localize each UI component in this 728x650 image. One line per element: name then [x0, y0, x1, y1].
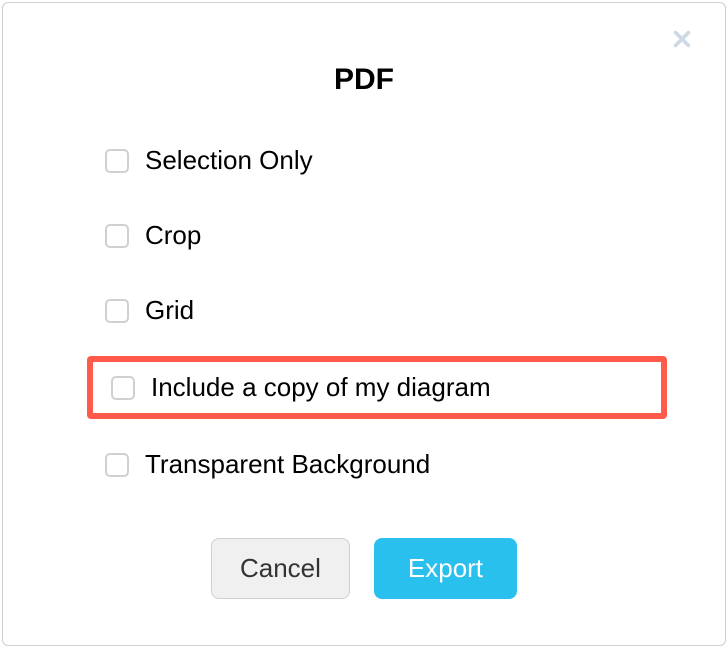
option-transparent-bg[interactable]: Transparent Background	[99, 441, 665, 488]
option-label: Transparent Background	[145, 449, 430, 480]
option-label: Crop	[145, 220, 201, 251]
button-row: Cancel Export	[63, 538, 665, 599]
close-button[interactable]	[667, 25, 697, 55]
option-crop[interactable]: Crop	[99, 212, 665, 259]
checkbox-include-copy[interactable]	[111, 376, 135, 400]
checkbox-grid[interactable]	[105, 299, 129, 323]
checkbox-transparent-bg[interactable]	[105, 453, 129, 477]
option-label: Selection Only	[145, 145, 313, 176]
pdf-export-dialog: PDF Selection Only Crop Grid Include a c…	[2, 2, 726, 646]
checkbox-selection-only[interactable]	[105, 149, 129, 173]
export-button[interactable]: Export	[374, 538, 517, 599]
option-selection-only[interactable]: Selection Only	[99, 137, 665, 184]
option-label: Include a copy of my diagram	[151, 372, 491, 403]
options-list: Selection Only Crop Grid Include a copy …	[63, 137, 665, 488]
close-icon	[671, 28, 693, 53]
option-include-copy[interactable]: Include a copy of my diagram	[87, 356, 667, 419]
option-label: Grid	[145, 295, 194, 326]
dialog-title: PDF	[63, 63, 665, 97]
cancel-button[interactable]: Cancel	[211, 538, 350, 599]
option-grid[interactable]: Grid	[99, 287, 665, 334]
checkbox-crop[interactable]	[105, 224, 129, 248]
